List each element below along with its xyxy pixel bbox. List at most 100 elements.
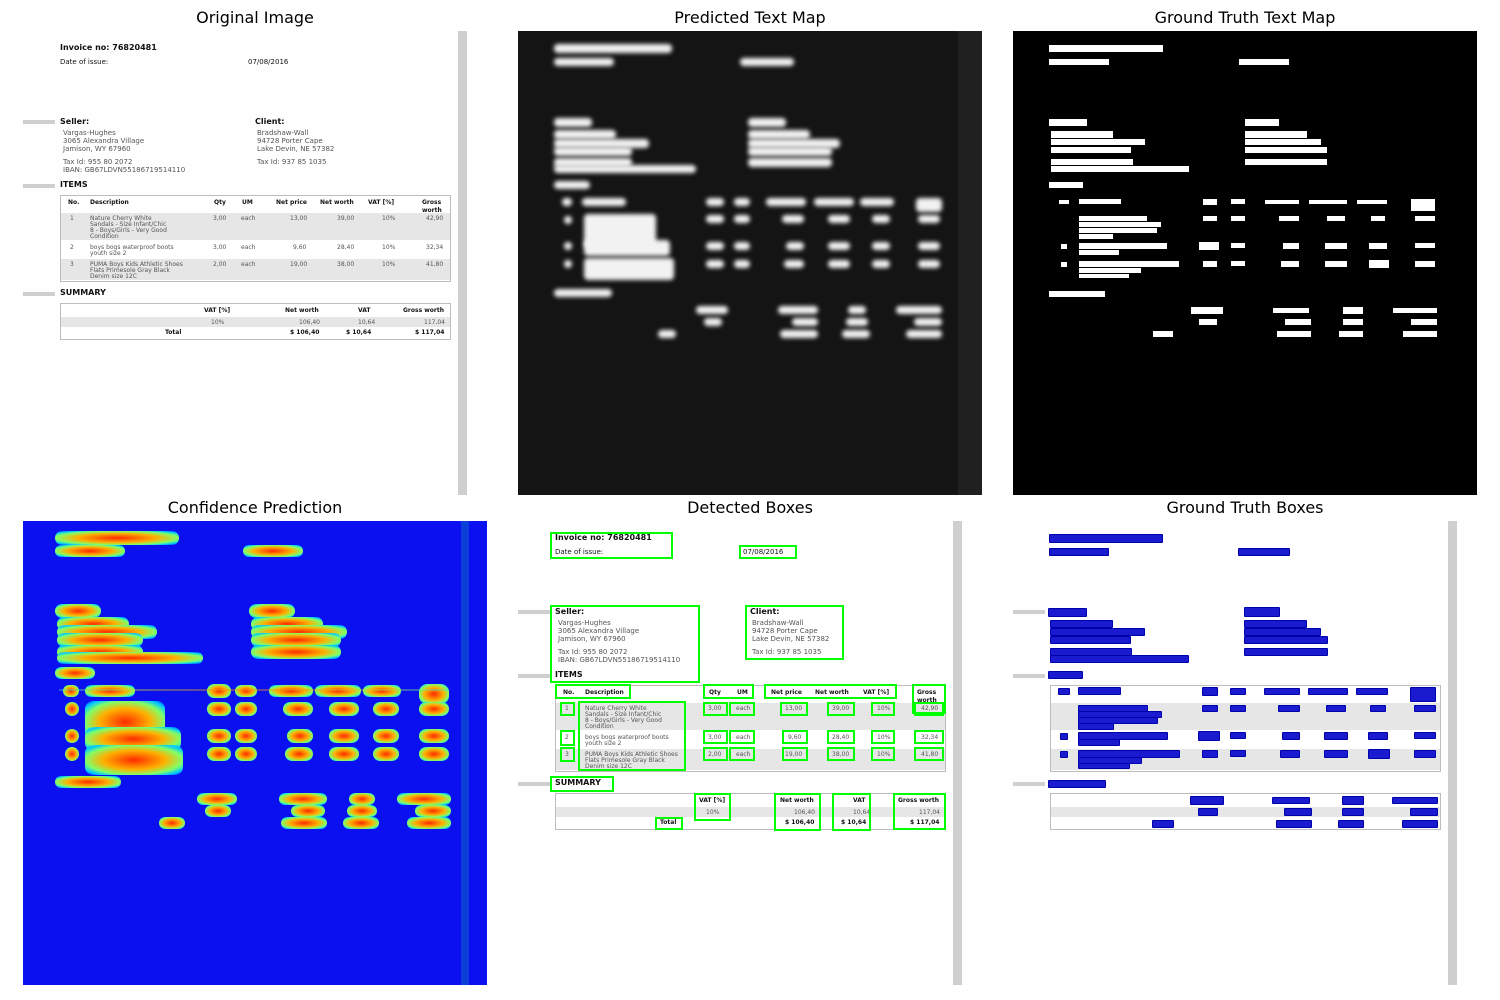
gt-map-block	[1231, 199, 1245, 204]
map-blob	[918, 260, 940, 268]
heat-blob	[207, 702, 231, 716]
heat-blob	[363, 685, 401, 697]
heat-blob	[251, 645, 341, 659]
items-header-row: No. Description Qty UM Net price Net wor…	[61, 196, 450, 214]
gt-box	[1050, 655, 1189, 663]
map-blob	[872, 260, 890, 268]
detected-box	[782, 730, 808, 744]
map-blob	[554, 44, 672, 53]
map-blob	[748, 158, 832, 167]
item-qty: 3,00	[213, 215, 227, 222]
map-blob	[872, 215, 890, 223]
header-vat: VAT [%]	[368, 199, 395, 206]
gt-map-block	[1309, 200, 1347, 204]
map-blob	[896, 306, 942, 314]
map-blob	[828, 242, 850, 250]
gt-box	[1414, 705, 1436, 712]
title-ground-truth-text-map: Ground Truth Text Map	[1154, 8, 1336, 27]
map-blob	[734, 242, 750, 250]
detected-box	[914, 747, 944, 761]
date-value: 07/08/2016	[248, 58, 289, 66]
section-bar	[518, 674, 550, 678]
heat-blob	[419, 747, 449, 761]
heat-blob	[329, 702, 359, 716]
detected-box	[550, 776, 614, 792]
item-qty: 2,00	[213, 261, 227, 268]
detected-box	[729, 702, 755, 716]
map-blob	[748, 130, 810, 139]
heat-blob	[285, 747, 313, 761]
map-blob	[906, 330, 942, 338]
map-blob	[706, 215, 724, 223]
heat-blob	[283, 702, 313, 716]
gt-map-block	[1245, 159, 1327, 165]
gt-box	[1050, 620, 1113, 628]
gt-box	[1272, 797, 1310, 804]
map-blob	[814, 198, 854, 206]
heat-blob	[397, 793, 451, 805]
scrollbar-strip	[1448, 521, 1457, 985]
map-blob	[584, 258, 674, 280]
gt-map-block	[1325, 243, 1347, 249]
detected-box	[655, 817, 683, 830]
map-blob	[554, 181, 590, 189]
gt-box	[1410, 687, 1436, 702]
gt-box	[1078, 739, 1120, 746]
detected-box	[560, 730, 575, 746]
summary-net-worth: 106,40	[299, 319, 320, 326]
heat-blob	[279, 793, 327, 805]
map-blob	[704, 318, 722, 326]
heat-blob	[85, 685, 135, 697]
heat-blob	[235, 729, 257, 743]
section-bar	[518, 782, 550, 786]
detected-box	[703, 747, 728, 761]
gt-map-block	[1079, 274, 1129, 278]
gt-box	[1230, 732, 1246, 739]
detected-box	[893, 793, 946, 830]
heat-blob	[57, 652, 203, 664]
section-bar	[1013, 782, 1045, 786]
invoice-document-gt	[1013, 521, 1477, 985]
total-gross: $ 117,04	[415, 329, 445, 336]
gt-box	[1048, 671, 1083, 679]
gt-box	[1198, 808, 1218, 816]
heat-blob	[329, 729, 359, 743]
gt-map-block	[1153, 331, 1173, 337]
gt-box	[1058, 688, 1070, 695]
gt-box	[1342, 796, 1364, 805]
map-blob	[582, 198, 626, 206]
item-qty: 3,00	[213, 244, 227, 251]
detected-box	[782, 747, 808, 761]
gt-map-block	[1079, 216, 1147, 221]
summary-row	[556, 807, 945, 817]
gt-map-block	[1049, 182, 1083, 188]
summary-header-vat: VAT [%]	[204, 307, 231, 314]
scrollbar-strip	[953, 521, 962, 985]
item-vat: 10%	[382, 215, 396, 222]
heat-blob	[329, 747, 359, 761]
detected-box	[764, 684, 897, 699]
client-address-2: Lake Devin, NE 57382	[257, 145, 335, 153]
gt-map-block	[1051, 166, 1189, 172]
gt-map-block	[1231, 216, 1245, 221]
gt-map-block	[1245, 119, 1279, 126]
map-blob	[916, 198, 942, 212]
heat-blob	[85, 745, 183, 775]
client-label: Client:	[255, 117, 285, 126]
map-blob	[786, 242, 804, 250]
gt-map-block	[1283, 243, 1299, 249]
detected-box	[739, 545, 797, 559]
gt-map-block	[1265, 200, 1299, 204]
detected-box	[694, 793, 731, 821]
gt-map-block	[1203, 199, 1217, 205]
detected-box	[827, 747, 855, 761]
heat-blob	[235, 747, 257, 761]
heat-blob	[407, 817, 451, 829]
map-blob	[564, 260, 572, 268]
date-label: Date of issue:	[60, 58, 109, 66]
detected-box	[703, 684, 754, 699]
map-blob	[734, 215, 750, 223]
gt-map-block	[1403, 331, 1437, 337]
gt-map-block	[1079, 234, 1113, 239]
gt-box	[1050, 628, 1145, 636]
